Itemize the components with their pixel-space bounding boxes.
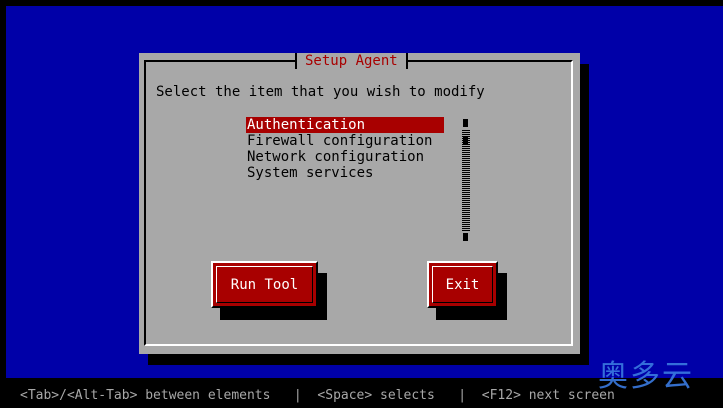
- list-item-authentication[interactable]: Authentication: [246, 117, 444, 133]
- list-scrollbar[interactable]: [462, 119, 470, 241]
- run-tool-button-label: Run Tool: [230, 276, 299, 293]
- list-item-firewall-configuration[interactable]: Firewall configuration: [246, 133, 446, 149]
- exit-button-label: Exit: [445, 276, 480, 293]
- exit-button[interactable]: Exit: [427, 261, 498, 308]
- scroll-thumb-icon[interactable]: [463, 137, 468, 145]
- dialog-title: Setup Agent: [295, 53, 408, 69]
- run-tool-button[interactable]: Run Tool: [211, 261, 318, 308]
- list-item-system-services[interactable]: System services: [246, 165, 446, 181]
- terminal-screen: Setup Agent Select the item that you wis…: [0, 0, 723, 408]
- scroll-down-marker-icon: [463, 233, 468, 241]
- dialog-prompt: Select the item that you wish to modify: [156, 84, 485, 100]
- watermark-logo: 奥多云: [598, 359, 694, 394]
- dialog-border: [144, 60, 573, 346]
- setup-agent-dialog: Setup Agent Select the item that you wis…: [139, 53, 580, 354]
- tool-list[interactable]: Authentication Firewall configuration Ne…: [246, 117, 446, 181]
- scroll-up-marker-icon: [463, 119, 468, 127]
- list-item-network-configuration[interactable]: Network configuration: [246, 149, 446, 165]
